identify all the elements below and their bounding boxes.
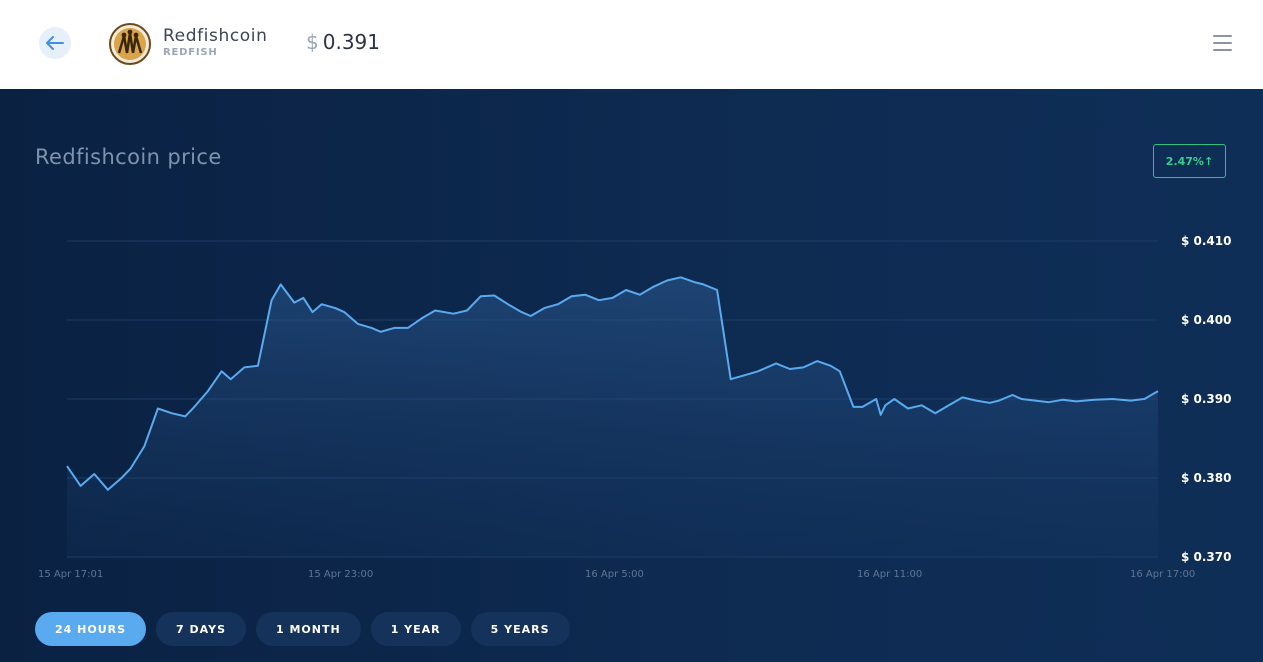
price-currency: $ — [306, 30, 319, 54]
hamburger-icon — [1213, 35, 1232, 37]
coin-logo-icon — [109, 23, 151, 65]
price-value: 0.391 — [322, 30, 380, 54]
coin-name: Redfishcoin — [163, 26, 268, 46]
x-axis-tick-label: 16 Apr 5:00 — [585, 569, 644, 580]
x-axis-tick-label: 15 Apr 17:01 — [38, 569, 103, 580]
back-button[interactable] — [39, 27, 71, 59]
hamburger-icon-bottom — [1213, 49, 1232, 51]
x-axis-tick-label: 16 Apr 11:00 — [857, 569, 922, 580]
x-axis-tick-label: 15 Apr 23:00 — [308, 569, 373, 580]
chart-panel: Redfishcoin price 2.47%↑ $ 0.410 $ 0.400 $… — [0, 89, 1263, 662]
price-area — [67, 277, 1158, 557]
y-axis-tick-label: $ 0.370 — [1181, 550, 1231, 564]
y-axis-tick-label: $ 0.380 — [1181, 471, 1231, 485]
range-button-1-month[interactable]: 1 MONTH — [256, 612, 361, 646]
x-axis-tick-label: 16 Apr 17:00 — [1130, 569, 1195, 580]
y-axis-tick-label: $ 0.400 — [1181, 313, 1231, 327]
range-button-5-years[interactable]: 5 YEARS — [470, 612, 570, 646]
hamburger-icon-mid — [1213, 42, 1232, 44]
menu-button[interactable] — [1210, 31, 1236, 55]
range-button-1-year[interactable]: 1 YEAR — [370, 612, 461, 646]
price-chart: $ 0.410 $ 0.400 $ 0.390 $ 0.380 $ 0.370 15 A… — [38, 234, 1231, 580]
coin-ticker: REDFISH — [163, 47, 218, 58]
range-button-24-hours[interactable]: 24 HOURS — [35, 612, 147, 646]
y-axis-tick-label: $ 0.390 — [1181, 392, 1231, 406]
time-range-selector: 24 HOURS 7 DAYS 1 MONTH 1 YEAR 5 YEARS — [35, 612, 570, 646]
top-bar: Redfishcoin REDFISH $0.391 — [0, 0, 1263, 89]
y-axis-tick-label: $ 0.410 — [1181, 234, 1231, 248]
range-button-7-days[interactable]: 7 DAYS — [156, 612, 246, 646]
coin-price: $0.391 — [306, 30, 380, 54]
arrow-left-icon — [46, 36, 64, 50]
